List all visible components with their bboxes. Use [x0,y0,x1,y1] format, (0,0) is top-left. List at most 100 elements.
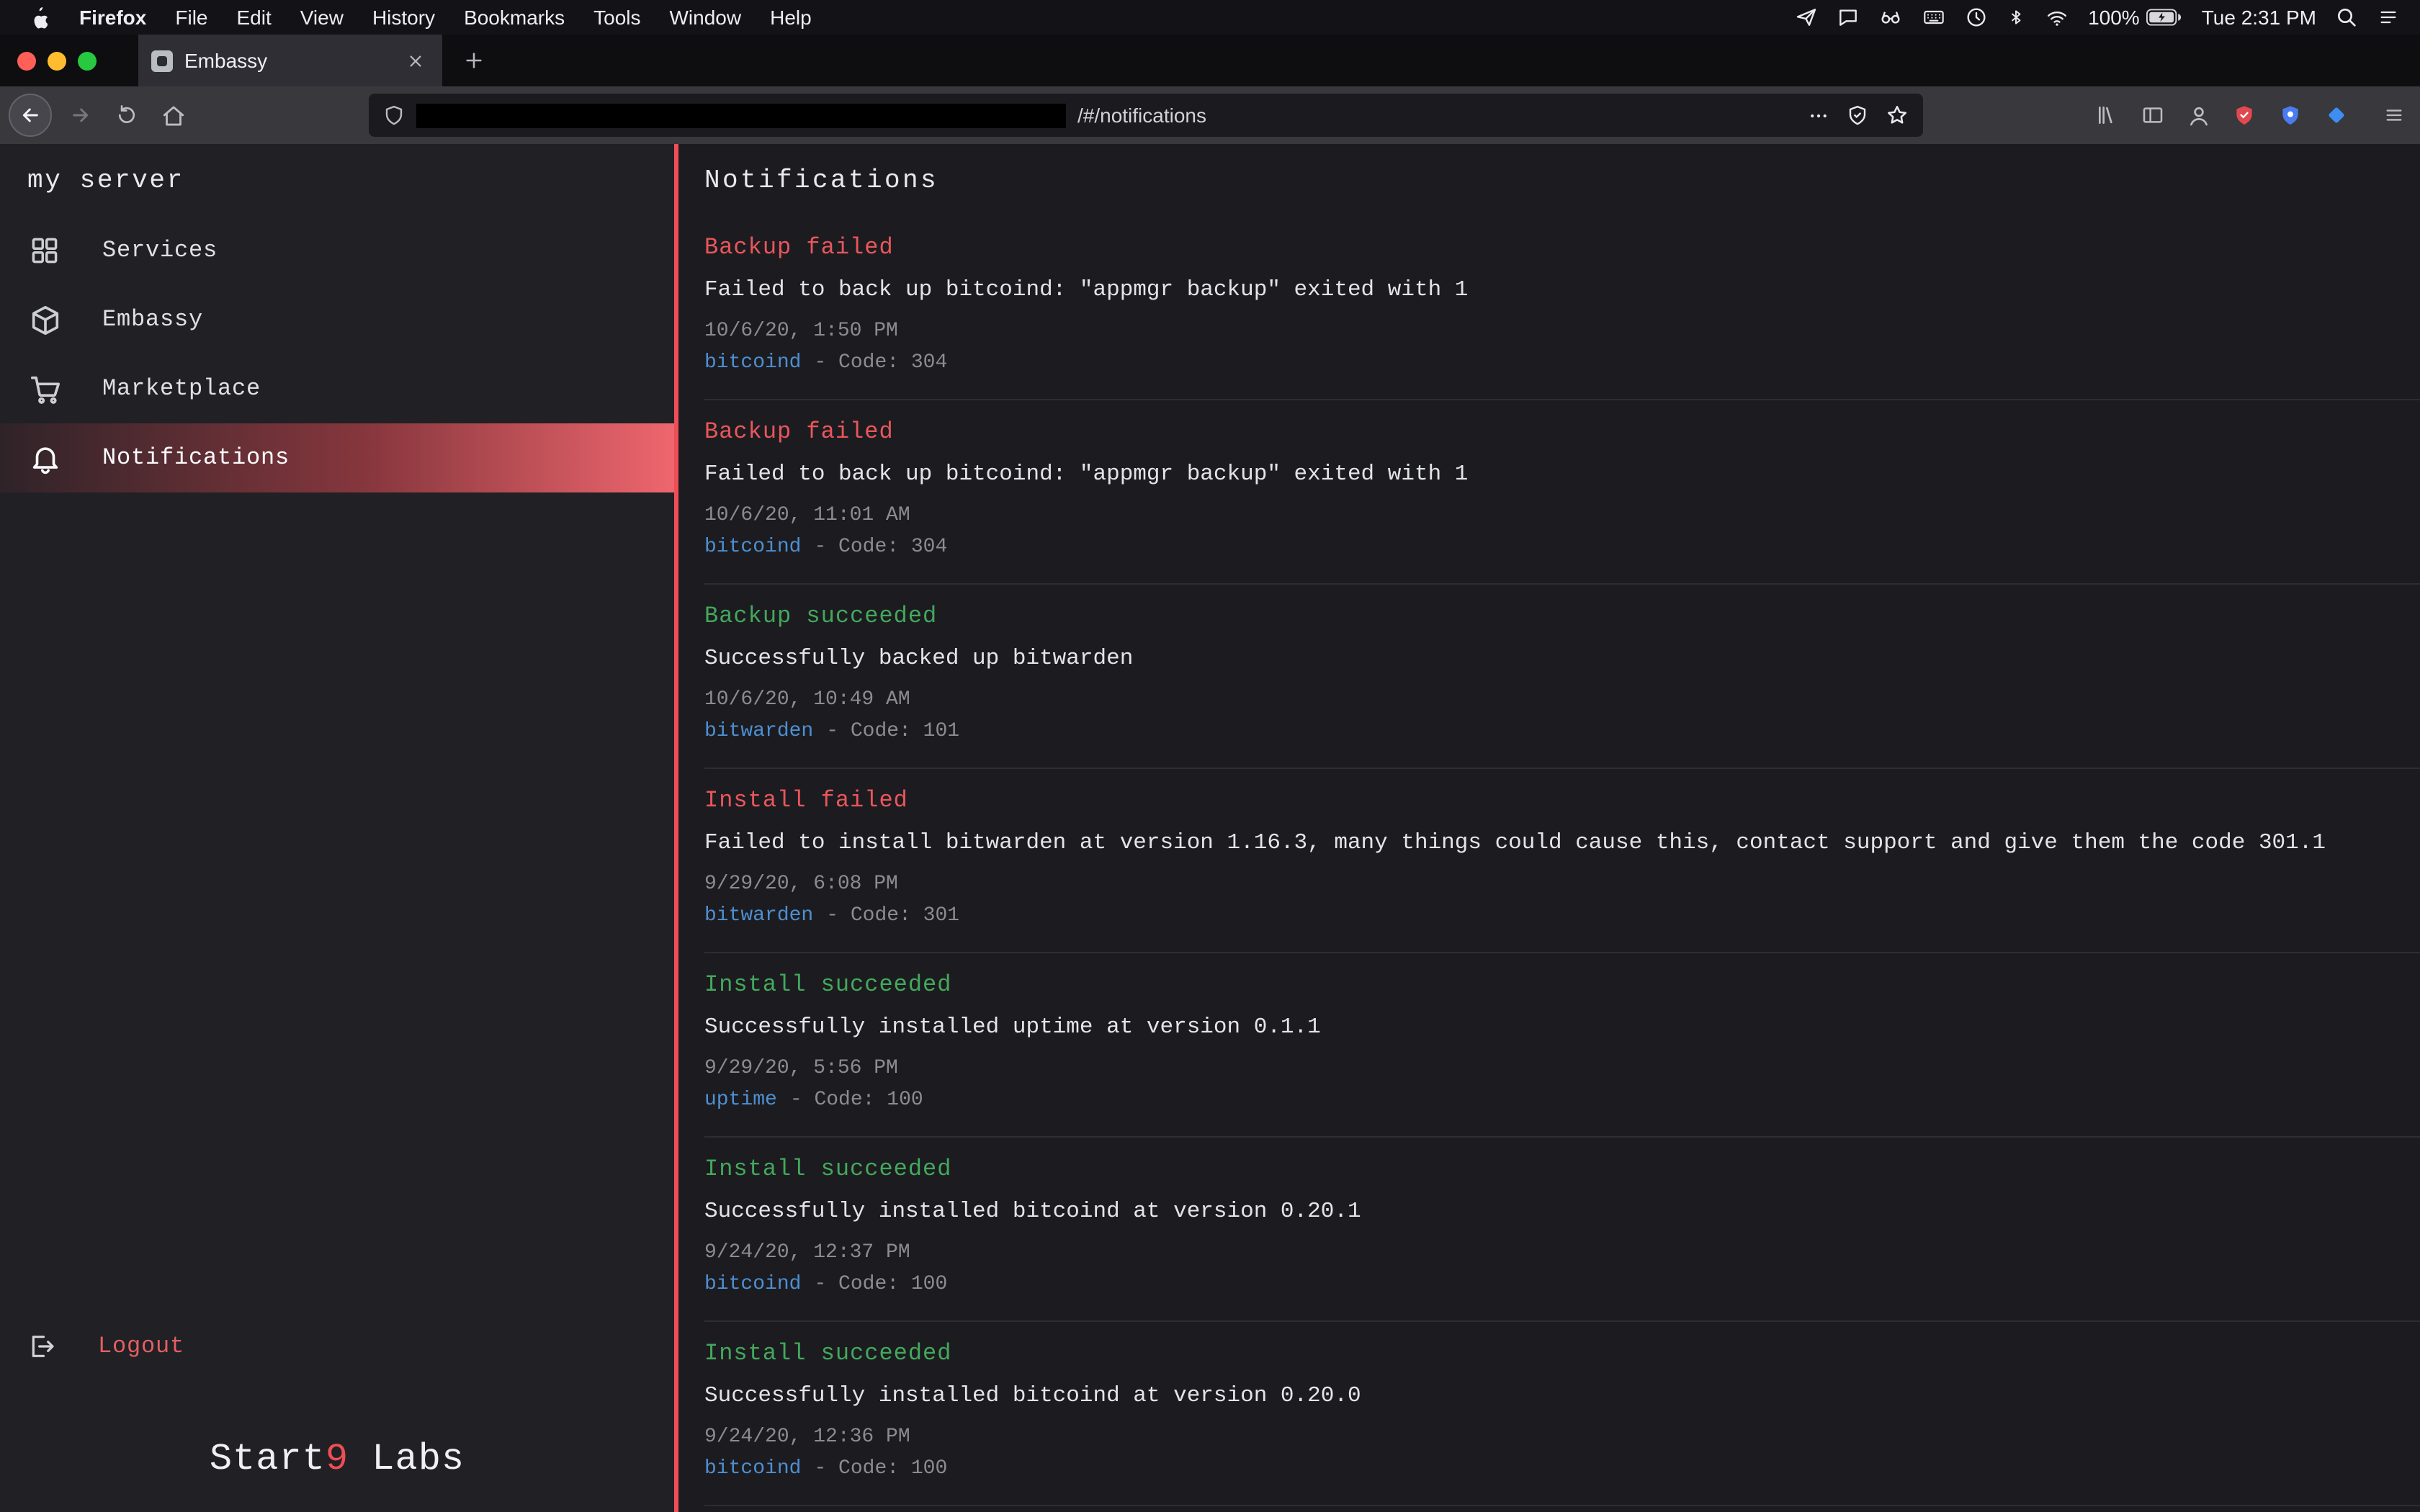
apple-menu-icon[interactable] [20,6,56,28]
notification-title: Install failed [704,788,2420,815]
notification-meta: bitwarden- Code: 101 [704,721,2420,743]
page-shield-icon[interactable] [1847,104,1868,127]
browser-tab-bar: Embassy [0,35,2420,86]
menu-tools[interactable]: Tools [579,6,655,29]
sidebar-item-embassy[interactable]: Embassy [0,285,674,354]
wifi-icon[interactable] [2043,6,2069,28]
sidebar-item-notifications[interactable]: Notifications [0,423,674,492]
brand-start: Start [210,1437,326,1480]
notifications-page: Notifications Backup failed Failed to ba… [678,144,2420,1512]
notification-description: Successfully installed bitcoind at versi… [704,1198,2420,1225]
glasses-icon[interactable] [1878,6,1902,29]
window-minimize-button[interactable] [48,51,66,70]
cart-icon [27,372,62,405]
notification-description: Failed to install bitwarden at version 1… [704,829,2420,857]
notification-service-link[interactable]: uptime [704,1089,777,1112]
notification-meta: bitcoind - Code: 100 [704,1274,2420,1296]
menu-file[interactable]: File [161,6,222,29]
library-icon[interactable] [2083,92,2129,138]
bluetooth-icon[interactable] [2006,6,2025,29]
notification-title: Install succeeded [704,972,2420,999]
notification-service-link[interactable]: bitcoind [704,351,801,374]
browser-toolbar: /#/notifications [0,86,2420,144]
notification-title: Backup succeeded [704,603,2420,631]
notification-title: Install succeeded [704,1341,2420,1368]
sidebar: my server Services Embassy Marketplace [0,144,674,1512]
time-machine-icon[interactable] [1964,6,1987,29]
menu-bookmarks[interactable]: Bookmarks [449,6,579,29]
new-tab-button[interactable] [451,35,497,86]
url-text[interactable]: /#/notifications [1077,104,1206,127]
menu-list-icon[interactable] [2377,7,2400,27]
notification-meta: bitcoind- Code: 100 [704,1459,2420,1480]
menubar-app-name[interactable]: Firefox [65,6,161,29]
battery-indicator[interactable]: 100% [2088,6,2183,29]
notification-timestamp: 9/24/20, 12:36 PM [704,1427,2420,1449]
battery-icon [2147,9,2183,26]
back-button[interactable] [9,94,52,137]
url-bar[interactable]: /#/notifications [369,94,1923,137]
sidebar-footer: Logout Start9 Labs [0,1312,674,1512]
notification-timestamp: 10/6/20, 11:01 AM [704,505,2420,527]
notification-item: Install succeeded Successfully installed… [704,953,2420,1138]
notification-timestamp: 9/29/20, 6:08 PM [704,874,2420,896]
menubar-clock[interactable]: Tue 2:31 PM [2202,6,2316,29]
page-actions-ellipsis-icon[interactable] [1808,104,1829,126]
notification-timestamp: 10/6/20, 10:49 AM [704,690,2420,711]
hamburger-menu-icon[interactable] [2371,92,2417,138]
extension-blue-shield-icon[interactable] [2267,92,2313,138]
extension-red-shield-icon[interactable] [2221,92,2267,138]
menu-help[interactable]: Help [756,6,826,29]
tab-close-icon[interactable] [400,46,429,75]
sidebar-item-label: Services [102,238,218,264]
notification-service-link[interactable]: bitcoind [704,1273,801,1296]
notification-service-link[interactable]: bitcoind [704,1457,801,1480]
home-button[interactable] [150,92,196,138]
notification-code: - Code: 304 [814,351,947,374]
reload-button[interactable] [104,92,150,138]
start9-labs-logo: Start9 Labs [0,1381,674,1480]
notification-timestamp: 9/29/20, 5:56 PM [704,1058,2420,1080]
notification-description: Failed to back up bitcoind: "appmgr back… [704,461,2420,488]
logout-button[interactable]: Logout [0,1312,674,1381]
logout-label: Logout [98,1333,184,1359]
notification-code: - Code: 100 [814,1273,947,1296]
notification-item: Install failed Failed to install bitward… [704,769,2420,953]
menu-history[interactable]: History [358,6,449,29]
window-close-button[interactable] [17,51,36,70]
window-zoom-button[interactable] [78,51,97,70]
sidebar-item-services[interactable]: Services [0,216,674,285]
notification-service-link[interactable]: bitwarden [704,904,813,927]
keyboard-icon[interactable] [1921,6,1945,29]
bookmark-star-icon[interactable] [1886,104,1909,127]
sidebar-item-label: Marketplace [102,376,261,402]
notification-service-link[interactable]: bitwarden [704,720,813,743]
notification-description: Failed to back up bitcoind: "appmgr back… [704,276,2420,304]
chat-bubble-icon[interactable] [1836,6,1859,29]
notification-description: Successfully backed up bitwarden [704,645,2420,672]
notification-title: Backup failed [704,235,2420,262]
browser-tab[interactable]: Embassy [138,35,442,86]
grid-icon [27,235,62,266]
extension-diamond-icon[interactable] [2313,92,2360,138]
notification-title: Install succeeded [704,1156,2420,1184]
menu-view[interactable]: View [286,6,358,29]
sidebar-toggle-icon[interactable] [2129,92,2175,138]
spotlight-search-icon[interactable] [2335,6,2358,29]
notification-code: - Code: 304 [814,536,947,559]
notification-meta: bitcoind - Code: 304 [704,353,2420,374]
notification-service-link[interactable]: bitcoind [704,536,801,559]
menu-edit[interactable]: Edit [223,6,286,29]
tracking-shield-icon[interactable] [383,104,405,127]
notification-list: Backup failed Failed to back up bitcoind… [704,216,2420,1506]
notification-item: Backup failed Failed to back up bitcoind… [704,216,2420,400]
paper-plane-icon[interactable] [1794,6,1817,29]
sidebar-item-label: Notifications [102,445,290,471]
menu-window[interactable]: Window [655,6,756,29]
sidebar-item-marketplace[interactable]: Marketplace [0,354,674,423]
account-icon[interactable] [2175,92,2221,138]
notification-meta: bitcoind - Code: 304 [704,537,2420,559]
tab-favicon [151,50,173,71]
forward-button[interactable] [58,92,104,138]
notification-description: Successfully installed bitcoind at versi… [704,1382,2420,1410]
